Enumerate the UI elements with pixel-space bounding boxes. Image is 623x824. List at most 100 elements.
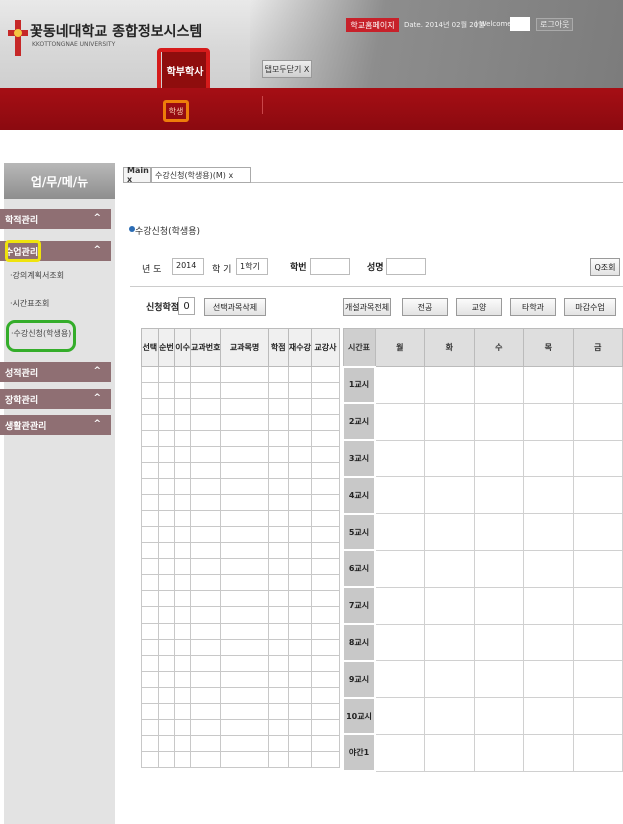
table-row[interactable]	[141, 718, 341, 736]
timetable-slot[interactable]	[424, 476, 475, 515]
table-row[interactable]	[141, 430, 341, 448]
timetable-slot[interactable]	[374, 623, 425, 662]
timetable-slot[interactable]	[374, 402, 425, 441]
year-field[interactable]: 2014	[172, 258, 204, 275]
timetable-slot[interactable]	[473, 697, 524, 735]
timetable-slot[interactable]	[374, 549, 425, 588]
timetable-slot[interactable]	[473, 439, 524, 478]
timetable-slot[interactable]	[374, 513, 425, 551]
timetable-slot[interactable]	[523, 586, 574, 625]
table-row[interactable]	[141, 478, 341, 496]
timetable-slot[interactable]	[424, 733, 475, 772]
closed-classes-button[interactable]: 마감수업	[564, 298, 616, 316]
table-row[interactable]	[141, 702, 341, 720]
timetable-slot[interactable]	[473, 549, 524, 588]
timetable-slot[interactable]	[473, 366, 524, 404]
timetable-slot[interactable]	[374, 439, 425, 478]
table-row[interactable]	[141, 686, 341, 704]
timetable-slot[interactable]	[523, 439, 574, 478]
timetable-slot[interactable]	[424, 586, 475, 625]
timetable-slot[interactable]	[473, 733, 524, 772]
table-row[interactable]	[141, 542, 341, 560]
timetable-slot[interactable]	[424, 366, 475, 404]
homepage-link[interactable]: 학교홈페이지	[346, 18, 399, 32]
timetable-slot[interactable]	[523, 660, 574, 699]
table-row[interactable]	[141, 734, 341, 752]
table-row[interactable]	[141, 446, 341, 464]
sidebar-category-scholarship[interactable]: 장학관리 ^	[0, 389, 111, 409]
timetable-slot[interactable]	[523, 402, 574, 441]
table-row[interactable]	[141, 622, 341, 640]
other-dept-button[interactable]: 타학과	[510, 298, 556, 316]
sidebar-item-syllabus[interactable]: ·강의계획서조회	[10, 270, 64, 281]
nav-academic-button[interactable]: 학부학사	[162, 51, 208, 88]
timetable-slot[interactable]	[473, 513, 524, 551]
timetable-slot[interactable]	[424, 549, 475, 588]
timetable-slot[interactable]	[473, 476, 524, 515]
timetable-slot[interactable]	[424, 697, 475, 735]
sidebar-category-dormitory[interactable]: 생활관관리 ^	[0, 415, 111, 435]
table-row[interactable]	[141, 558, 341, 576]
table-row[interactable]	[141, 398, 341, 416]
table-row[interactable]	[141, 574, 341, 592]
table-row[interactable]	[141, 365, 341, 384]
search-button[interactable]: Q조회	[590, 258, 620, 276]
timetable-slot[interactable]	[424, 402, 475, 441]
sidebar-category-grades[interactable]: 성적관리 ^	[0, 362, 111, 382]
timetable-slot[interactable]	[424, 513, 475, 551]
timetable-slot[interactable]	[572, 586, 623, 625]
timetable-slot[interactable]	[523, 513, 574, 551]
timetable-slot[interactable]	[523, 697, 574, 735]
all-courses-button[interactable]: 개설과목전체	[343, 298, 391, 316]
timetable-slot[interactable]	[572, 439, 623, 478]
table-row[interactable]	[141, 606, 341, 624]
tab-main[interactable]: Main x	[123, 166, 151, 184]
delete-selected-button[interactable]: 선택과목삭제	[204, 298, 266, 316]
timetable-slot[interactable]	[424, 660, 475, 699]
timetable-slot[interactable]	[572, 402, 623, 441]
tab-course-registration[interactable]: 수강신청(학생용)(M) x	[151, 167, 251, 183]
timetable-slot[interactable]	[374, 660, 425, 699]
table-row[interactable]	[141, 462, 341, 480]
major-button[interactable]: 전공	[402, 298, 448, 316]
timetable-slot[interactable]	[523, 549, 574, 588]
timetable-slot[interactable]	[572, 697, 623, 735]
timetable-slot[interactable]	[473, 402, 524, 441]
table-row[interactable]	[141, 638, 341, 656]
sidebar-item-timetable[interactable]: ·시간표조회	[10, 298, 49, 309]
liberal-arts-button[interactable]: 교양	[456, 298, 502, 316]
table-row[interactable]	[141, 494, 341, 512]
timetable-slot[interactable]	[523, 733, 574, 772]
timetable-slot[interactable]	[523, 476, 574, 515]
timetable-slot[interactable]	[572, 623, 623, 662]
sub-menu-student[interactable]: 학생	[163, 100, 189, 122]
timetable-slot[interactable]	[374, 697, 425, 735]
timetable-slot[interactable]	[572, 549, 623, 588]
timetable-slot[interactable]	[572, 660, 623, 699]
timetable-slot[interactable]	[473, 586, 524, 625]
timetable-slot[interactable]	[572, 476, 623, 515]
table-row[interactable]	[141, 654, 341, 672]
timetable-slot[interactable]	[424, 623, 475, 662]
term-field[interactable]: 1학기	[236, 258, 268, 275]
close-all-tabs-button[interactable]: 탭모두닫기 X	[262, 60, 312, 78]
sidebar-category-academic-records[interactable]: 학적관리 ^	[0, 209, 111, 229]
table-row[interactable]	[141, 590, 341, 608]
timetable-slot[interactable]	[523, 623, 574, 662]
table-row[interactable]	[141, 750, 341, 769]
name-field[interactable]	[386, 258, 426, 275]
timetable-slot[interactable]	[473, 660, 524, 699]
timetable-slot[interactable]	[374, 586, 425, 625]
timetable-slot[interactable]	[572, 733, 623, 772]
timetable-slot[interactable]	[572, 513, 623, 551]
timetable-slot[interactable]	[523, 366, 574, 404]
timetable-slot[interactable]	[374, 476, 425, 515]
timetable-slot[interactable]	[572, 366, 623, 404]
table-row[interactable]	[141, 510, 341, 528]
timetable-slot[interactable]	[374, 366, 425, 404]
table-row[interactable]	[141, 414, 341, 432]
timetable-slot[interactable]	[473, 623, 524, 662]
student-id-field[interactable]	[310, 258, 350, 275]
table-row[interactable]	[141, 526, 341, 544]
timetable-slot[interactable]	[424, 439, 475, 478]
